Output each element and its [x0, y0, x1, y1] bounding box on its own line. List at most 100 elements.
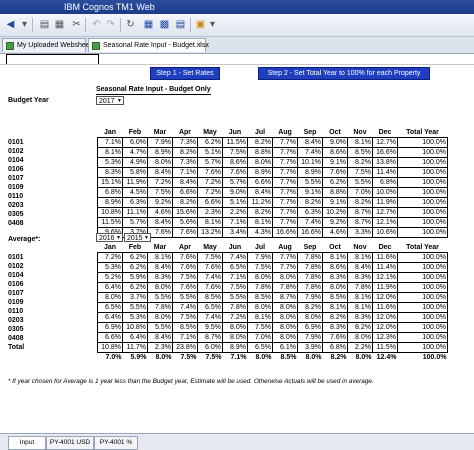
rate-cell[interactable]: 8.2% — [297, 197, 323, 208]
rate-cell[interactable]: 8.9% — [297, 167, 323, 178]
rate-cell[interactable]: 6.6% — [97, 332, 123, 343]
rate-cell[interactable]: 2.2% — [347, 342, 373, 353]
undo-icon[interactable]: ↶ — [90, 18, 103, 31]
rate-cell[interactable]: 5.7% — [122, 217, 148, 228]
rate-cell[interactable]: 8.9% — [247, 167, 273, 178]
save-as-icon[interactable]: ▦ — [53, 18, 66, 31]
rate-cell[interactable]: 7.6% — [172, 282, 198, 293]
rate-cell[interactable]: 15.1% — [97, 177, 123, 188]
rate-cell[interactable]: 8.0% — [147, 282, 173, 293]
rate-cell[interactable]: 8.3% — [322, 272, 348, 283]
rate-cell[interactable]: 8.4% — [147, 217, 173, 228]
rate-cell[interactable]: 4.9% — [122, 157, 148, 168]
rate-cell[interactable]: 8.0% — [272, 322, 298, 333]
sheet-tab-py-4001-pct[interactable]: PY-4001 % — [94, 436, 138, 450]
rate-cell[interactable]: 7.0% — [347, 187, 373, 198]
rate-cell[interactable]: 5.1% — [222, 197, 248, 208]
rate-cell[interactable]: 8.5% — [322, 292, 348, 303]
rate-cell[interactable]: 7.4% — [197, 272, 223, 283]
rate-cell[interactable]: 7.1% — [222, 272, 248, 283]
rate-cell[interactable]: 6.5% — [97, 302, 123, 313]
rate-cell[interactable]: 9.5% — [197, 322, 223, 333]
rate-cell[interactable]: 6.5% — [247, 342, 273, 353]
rate-cell[interactable]: 7.6% — [197, 282, 223, 293]
rate-cell[interactable]: 5.5% — [172, 292, 198, 303]
rate-cell[interactable]: 8.7% — [347, 207, 373, 218]
rate-cell[interactable]: 10.8% — [122, 322, 148, 333]
rate-cell[interactable]: 7.6% — [172, 262, 198, 273]
rate-cell[interactable]: 7.8% — [347, 282, 373, 293]
redo-icon[interactable]: ↷ — [104, 18, 117, 31]
cut-icon[interactable]: ✂ — [70, 18, 83, 31]
rate-cell[interactable]: 7.8% — [147, 302, 173, 313]
rate-cell[interactable]: 2.3% — [147, 342, 173, 353]
rate-cell[interactable]: 5.5% — [147, 292, 173, 303]
rate-cell[interactable]: 7.7% — [272, 187, 298, 198]
rate-cell[interactable]: 7.8% — [247, 282, 273, 293]
rate-cell[interactable]: 8.0% — [272, 332, 298, 343]
rate-cell[interactable]: 8.1% — [322, 302, 348, 313]
rate-cell[interactable]: 8.7% — [272, 292, 298, 303]
rate-cell[interactable]: 8.3% — [347, 312, 373, 323]
rate-cell[interactable]: 7.7% — [272, 177, 298, 188]
rate-cell[interactable]: 7.1% — [172, 167, 198, 178]
rate-cell[interactable]: 13.8% — [372, 157, 398, 168]
rate-cell[interactable]: 6.8% — [322, 342, 348, 353]
rate-cell[interactable]: 4.6% — [322, 227, 348, 238]
rate-cell[interactable]: 8.2% — [172, 147, 198, 158]
rate-cell[interactable]: 8.3% — [322, 322, 348, 333]
rate-cell[interactable]: 7.8% — [297, 262, 323, 273]
rate-cell[interactable]: 6.9% — [297, 322, 323, 333]
rate-cell[interactable]: 23.8% — [172, 342, 198, 353]
rate-cell[interactable]: 7.5% — [222, 147, 248, 158]
rate-cell[interactable]: 8.8% — [247, 147, 273, 158]
rate-cell[interactable]: 6.2% — [197, 137, 223, 148]
rate-cell[interactable]: 12.7% — [372, 207, 398, 218]
rate-cell[interactable]: 5.5% — [347, 177, 373, 188]
rate-cell[interactable]: 5.9% — [122, 272, 148, 283]
rate-cell[interactable]: 12.7% — [372, 137, 398, 148]
average-to-select[interactable]: 2015 ▼ — [124, 233, 151, 242]
rate-cell[interactable]: 5.2% — [97, 272, 123, 283]
rate-cell[interactable]: 16.6% — [272, 227, 298, 238]
rate-cell[interactable]: 7.6% — [197, 167, 223, 178]
rate-cell[interactable]: 8.2% — [347, 322, 373, 333]
rate-cell[interactable]: 10.0% — [372, 187, 398, 198]
rate-cell[interactable]: 6.2% — [122, 282, 148, 293]
rate-cell[interactable]: 3.7% — [122, 292, 148, 303]
rate-cell[interactable]: 8.2% — [172, 197, 198, 208]
rate-cell[interactable]: 3.9% — [297, 342, 323, 353]
rate-cell[interactable]: 7.3% — [172, 137, 198, 148]
rate-cell[interactable]: 6.1% — [272, 342, 298, 353]
rate-cell[interactable]: 10.6% — [372, 227, 398, 238]
rate-cell[interactable]: 7.5% — [247, 262, 273, 273]
rate-cell[interactable]: 8.2% — [347, 197, 373, 208]
rate-cell[interactable]: 7.4% — [222, 252, 248, 263]
rate-cell[interactable]: 9.2% — [147, 197, 173, 208]
rate-cell[interactable]: 11.5% — [222, 137, 248, 148]
rate-cell[interactable]: 8.6% — [322, 262, 348, 273]
rate-cell[interactable]: 10.8% — [97, 342, 123, 353]
rate-cell[interactable]: 7.6% — [322, 332, 348, 343]
rate-cell[interactable]: 11.2% — [247, 197, 273, 208]
rate-cell[interactable]: 7.8% — [222, 302, 248, 313]
tab-seasonal-rate-input[interactable]: Seasonal Rate Input - Budget.xlsx ✕ — [88, 38, 209, 53]
rate-cell[interactable]: 9.1% — [322, 197, 348, 208]
rate-cell[interactable]: 6.2% — [322, 177, 348, 188]
chart-icon[interactable]: ▩ — [158, 18, 171, 31]
step1-button[interactable]: Step 1 - Set Rates — [150, 67, 220, 80]
rate-cell[interactable]: 5.3% — [122, 312, 148, 323]
rate-cell[interactable]: 5.3% — [97, 157, 123, 168]
rate-cell[interactable]: 12.0% — [372, 312, 398, 323]
rate-cell[interactable]: 8.0% — [222, 322, 248, 333]
close-icon[interactable]: ✕ — [196, 39, 202, 53]
rate-cell[interactable]: 7.2% — [222, 312, 248, 323]
rate-cell[interactable]: 7.6% — [322, 167, 348, 178]
rate-cell[interactable]: 6.6% — [197, 197, 223, 208]
rate-cell[interactable]: 6.6% — [172, 187, 198, 198]
recalculate-icon[interactable]: ↻ — [124, 18, 137, 31]
rate-cell[interactable]: 7.7% — [272, 167, 298, 178]
sheet-tab-input[interactable]: Input — [8, 436, 46, 450]
rate-cell[interactable]: 6.6% — [247, 177, 273, 188]
rate-cell[interactable]: 8.1% — [247, 312, 273, 323]
